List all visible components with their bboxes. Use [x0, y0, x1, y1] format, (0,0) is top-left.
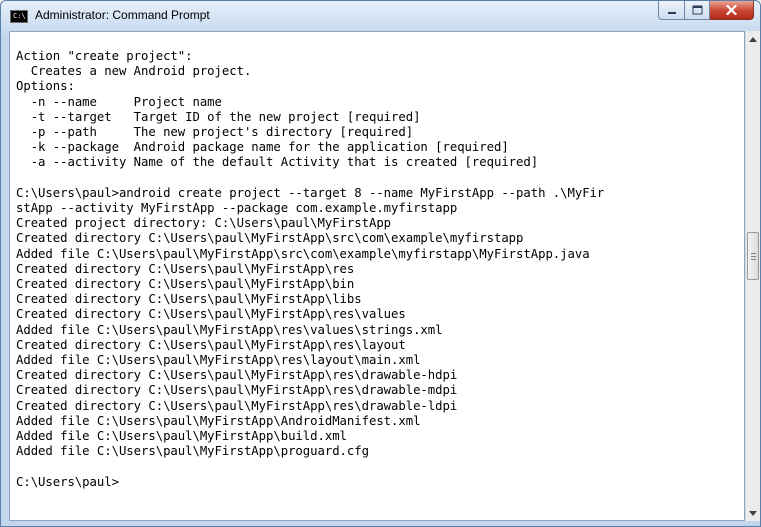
title-bar[interactable]: C:\ Administrator: Command Prompt [1, 1, 760, 31]
console-line: -k --package Android package name for th… [30, 140, 509, 155]
command-prompt-window: C:\ Administrator: Command Prompt Action… [0, 0, 761, 527]
console-text[interactable]: Action "create project": Creates a new A… [16, 49, 604, 490]
console-line: Created directory C:\Users\paul\MyFirstA… [16, 383, 458, 398]
console-line: Created directory C:\Users\paul\MyFirstA… [16, 277, 355, 292]
console-line: Created directory C:\Users\paul\MyFirstA… [16, 398, 458, 413]
maximize-icon [692, 5, 702, 15]
scroll-up-arrow-icon [749, 36, 757, 42]
scroll-down-arrow-icon [749, 510, 757, 516]
console-line: Added file C:\Users\paul\MyFirstApp\res\… [16, 353, 421, 368]
console-line: Options: [16, 79, 75, 94]
window-title: Administrator: Command Prompt [35, 8, 210, 22]
console-line: Added file C:\Users\paul\MyFirstApp\src\… [16, 246, 590, 261]
console-line: -p --path The new project's directory [r… [30, 125, 414, 140]
maximize-button[interactable] [684, 1, 710, 20]
thumb-grip-line [751, 255, 756, 257]
console-line: -a --activity Name of the default Activi… [30, 155, 539, 170]
console-line: Created project directory: C:\Users\paul… [16, 216, 392, 231]
console-output-area[interactable]: Action "create project": Creates a new A… [9, 31, 745, 521]
window-controls [658, 1, 754, 21]
console-line: Created directory C:\Users\paul\MyFirstA… [16, 307, 406, 322]
thumb-grip-line [751, 252, 756, 254]
close-button[interactable] [710, 1, 754, 20]
console-line: Created directory C:\Users\paul\MyFirstA… [16, 368, 458, 383]
vertical-scrollbar[interactable] [745, 31, 760, 521]
thumb-grip-line [751, 258, 756, 260]
console-line: Action "create project": [16, 49, 193, 63]
console-line: Created directory C:\Users\paul\MyFirstA… [16, 292, 362, 307]
scroll-down-button[interactable] [746, 505, 760, 521]
console-line: -t --target Target ID of the new project… [30, 109, 421, 124]
console-line: Created directory C:\Users\paul\MyFirstA… [16, 231, 524, 246]
console-line: Created directory C:\Users\paul\MyFirstA… [16, 337, 406, 352]
console-line: C:\Users\paul>android create project --t… [16, 185, 605, 200]
scrollbar-thumb[interactable] [747, 231, 759, 280]
console-line: -n --name Project name [30, 94, 222, 109]
console-line: Added file C:\Users\paul\MyFirstApp\buil… [16, 429, 347, 444]
minimize-button[interactable] [658, 1, 684, 20]
console-line: stApp --activity MyFirstApp --package co… [16, 201, 458, 216]
console-line: C:\Users\paul> [16, 474, 119, 489]
console-line: Added file C:\Users\paul\MyFirstApp\Andr… [16, 413, 421, 428]
console-line: Added file C:\Users\paul\MyFirstApp\res\… [16, 322, 443, 337]
close-icon [726, 5, 737, 15]
minimize-icon [667, 12, 676, 14]
scroll-up-button[interactable] [746, 31, 760, 47]
console-app-icon[interactable]: C:\ [10, 10, 28, 23]
console-line: Added file C:\Users\paul\MyFirstApp\prog… [16, 444, 369, 459]
console-line: Created directory C:\Users\paul\MyFirstA… [16, 261, 355, 276]
console-line: Creates a new Android project. [30, 64, 252, 79]
